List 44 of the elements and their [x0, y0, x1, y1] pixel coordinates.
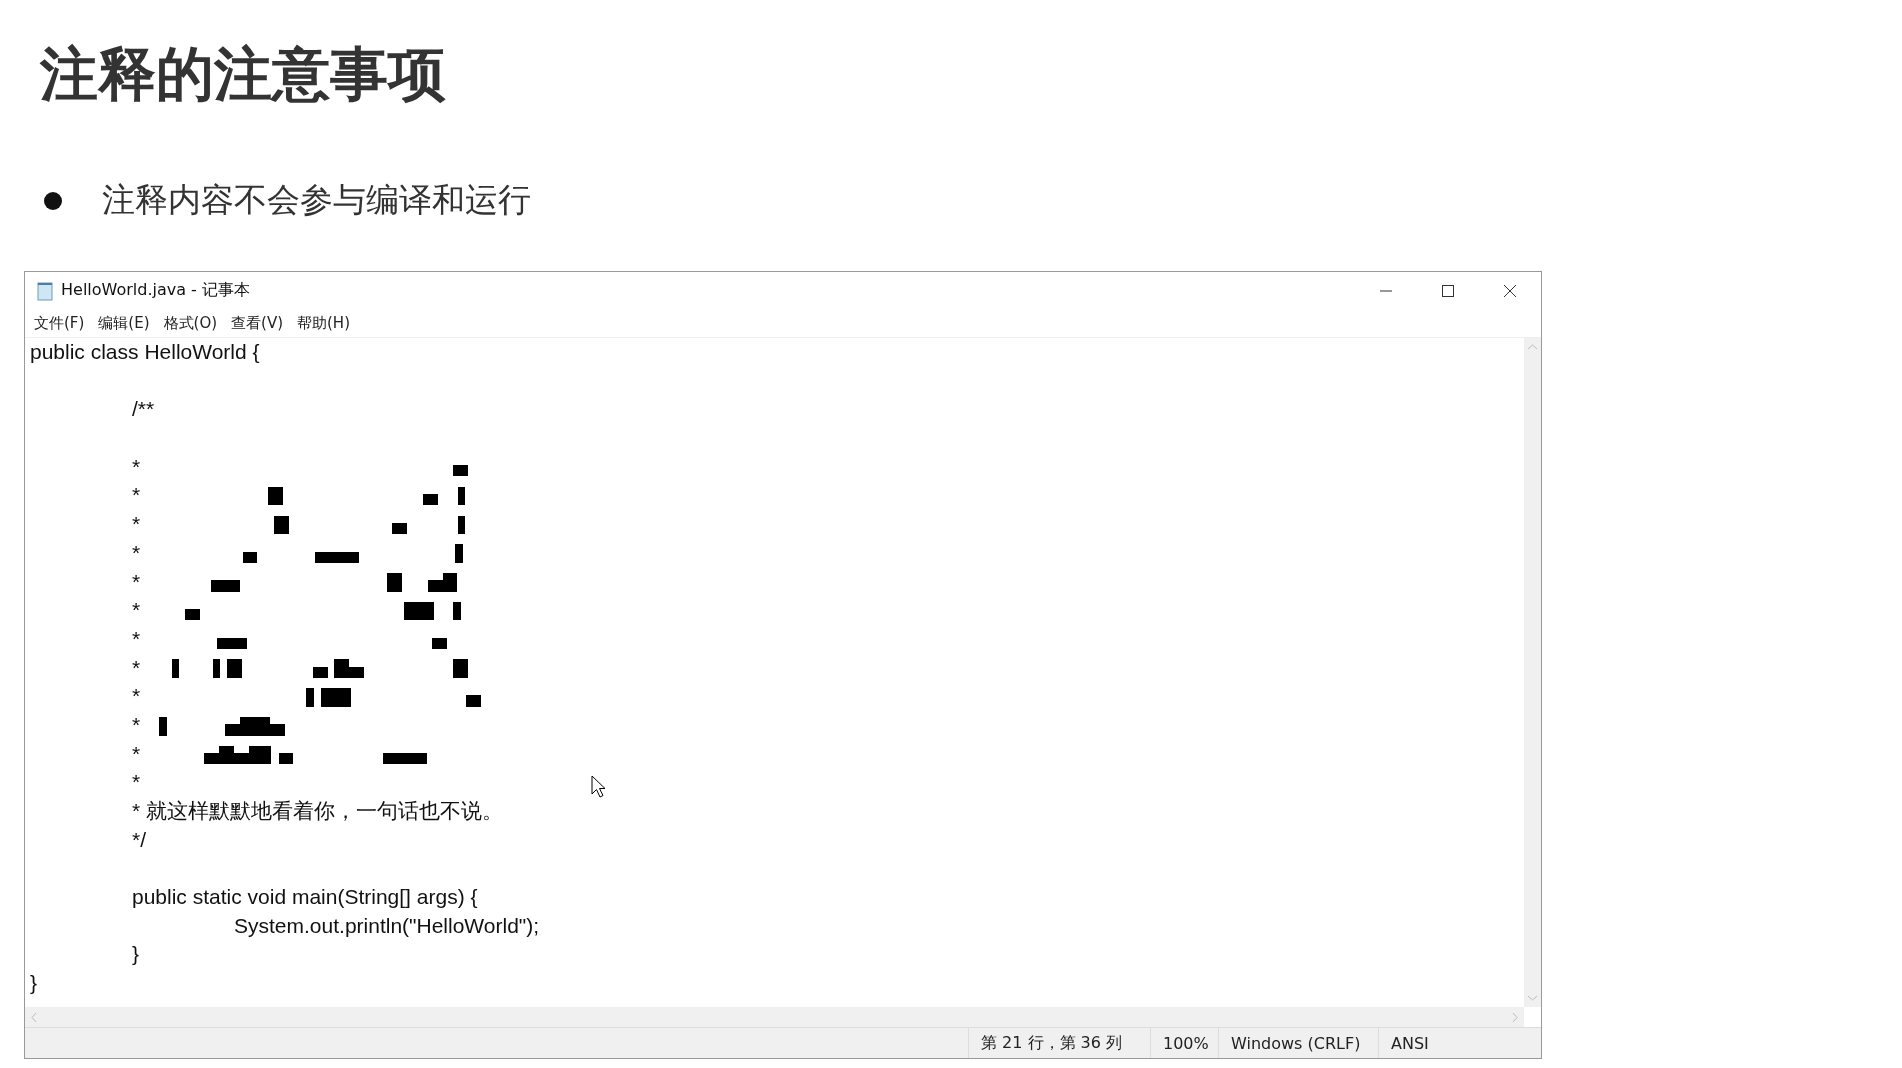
bullet-icon [44, 191, 62, 210]
close-icon [1504, 284, 1516, 297]
code-line: /** [131, 396, 155, 423]
menu-item[interactable]: 格式(O) [156, 313, 225, 333]
code-line: * [131, 711, 141, 738]
notepad-icon [35, 280, 55, 301]
code-line: public class HelloWorld { [30, 339, 260, 365]
window-title: HelloWorld.java - 记事本 [61, 280, 251, 301]
code-line: * [131, 568, 141, 595]
status-text: 100% [1150, 1028, 1218, 1058]
menu-item[interactable]: 帮助(H) [290, 313, 357, 333]
code-line: * [131, 539, 141, 566]
text-editor[interactable]: public class HelloWorld { /** * * * * * * * * * * * * * 就这样默默地看着你，一句话也不说。 */ public static void main(String[] args) { System.out.println("HelloWorld"); } } [25, 338, 1524, 1007]
vertical-scrollbar[interactable] [1524, 338, 1541, 1007]
menu-item[interactable]: 编辑(E) [91, 313, 157, 333]
code-line: * 就这样默默地看着你，一句话也不说。 [131, 798, 503, 824]
code-line: * [131, 597, 141, 624]
code-line: * [131, 453, 141, 480]
code-line: * [131, 683, 141, 710]
code-line: * [131, 625, 141, 652]
menu-item[interactable]: 查看(V) [224, 313, 290, 333]
status-text: 第 21 行，第 36 列 [968, 1028, 1150, 1058]
scroll-down-icon [1528, 995, 1537, 1001]
mouse-cursor-icon [591, 775, 607, 799]
code-line: * [131, 740, 141, 767]
slide-title: 注释的注意事项 [40, 39, 446, 110]
code-line: */ [131, 826, 146, 853]
status-text: Windows (CRLF) [1218, 1028, 1378, 1058]
horizontal-scrollbar[interactable] [25, 1007, 1524, 1027]
code-line: * [131, 511, 141, 538]
scroll-left-icon [31, 1012, 37, 1022]
bullet-text: 注释内容不会参与编译和运行 [102, 179, 531, 221]
code-line: * [131, 769, 141, 796]
scroll-up-icon [1528, 344, 1537, 350]
scroll-right-icon [1512, 1012, 1518, 1022]
code-line: * [131, 654, 141, 681]
code-line: public static void main(String[] args) { [131, 884, 478, 911]
code-line: * [131, 482, 141, 509]
status-text: ANSI [1378, 1028, 1541, 1058]
code-line: System.out.println("HelloWorld"); [233, 912, 540, 939]
maximize-icon [1442, 284, 1454, 297]
code-line: } [30, 970, 37, 997]
menu-item[interactable]: 文件(F) [27, 313, 92, 333]
code-line: } [131, 941, 139, 968]
